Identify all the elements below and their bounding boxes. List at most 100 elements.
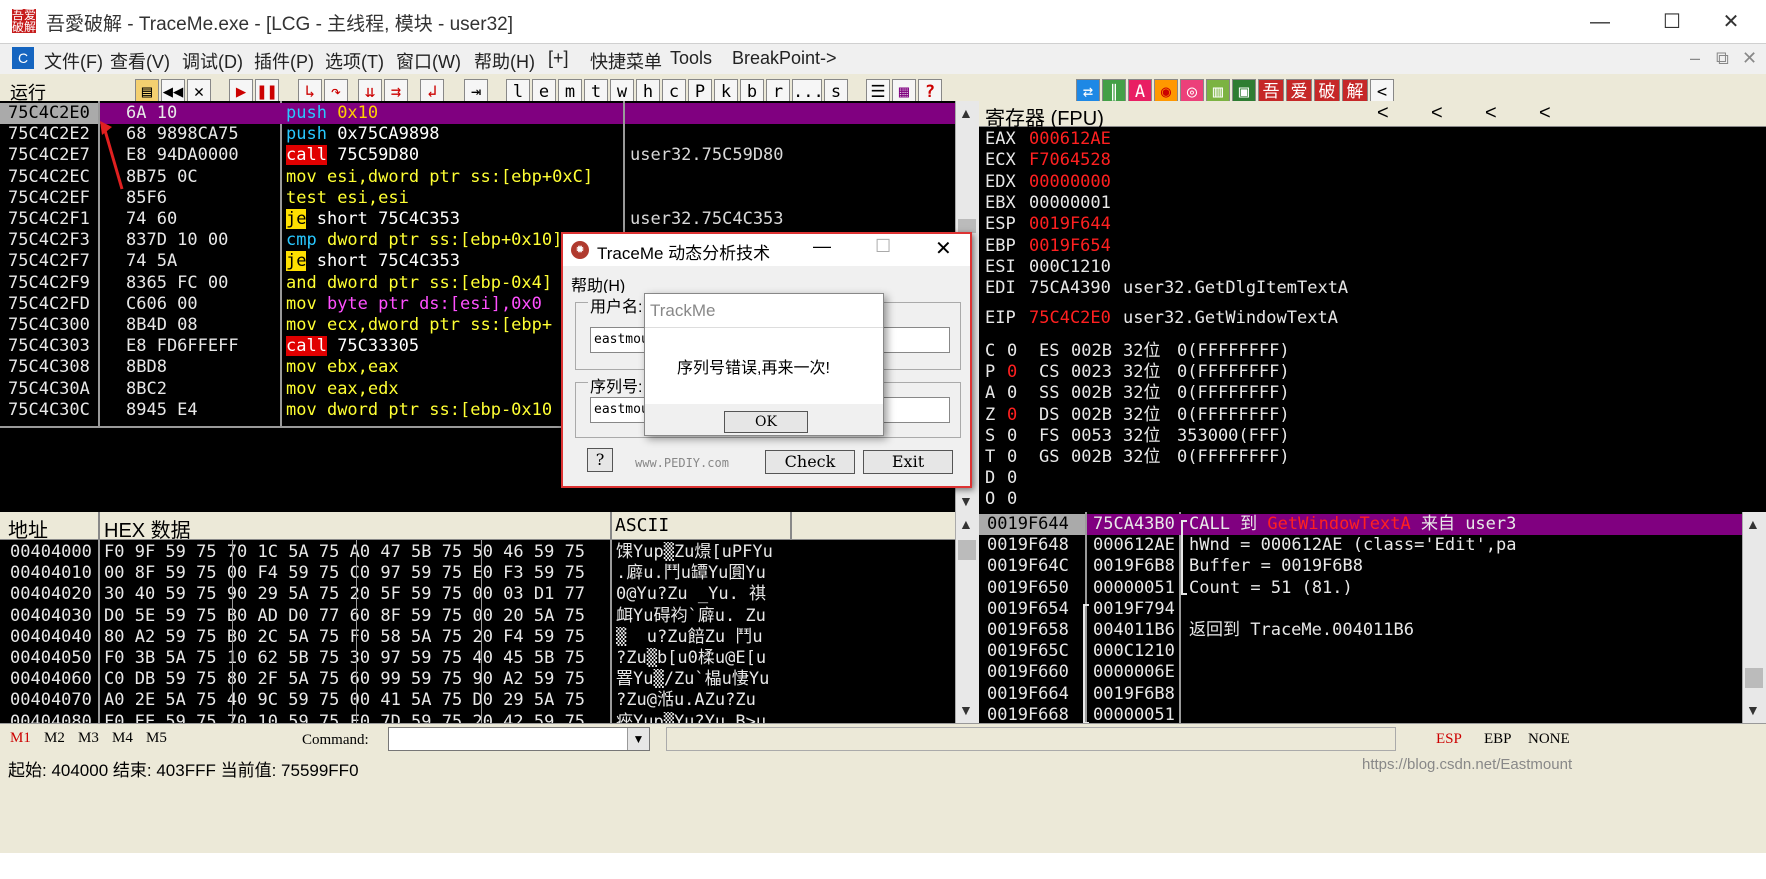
flag-value[interactable]: 0 bbox=[1007, 468, 1017, 489]
register-row[interactable]: ESP 0019F644 bbox=[985, 214, 1765, 235]
disasm-row[interactable]: 75C4C2F1 74 60 je short 75C4C353 user32.75C… bbox=[0, 209, 955, 230]
child-restore-button[interactable]: ⧉ bbox=[1716, 48, 1729, 69]
reg-esp-option[interactable]: ESP bbox=[1436, 731, 1462, 748]
menu-debug[interactable]: 调试(D) bbox=[182, 48, 243, 74]
register-row[interactable]: EBP 0019F654 bbox=[985, 236, 1765, 257]
menu-options[interactable]: 选项(T) bbox=[325, 48, 384, 74]
menu-help[interactable]: 帮助(H) bbox=[474, 48, 535, 74]
disasm-row[interactable]: 75C4C2EC 8B75 0C mov esi,dword ptr ss:[ebp… bbox=[0, 167, 955, 188]
flag-row[interactable]: S 0 FS 0053 32位 353000(FFF) bbox=[985, 426, 1765, 447]
flag-value[interactable]: 0 bbox=[1007, 447, 1017, 468]
flag-row[interactable]: A 0 SS 002B 32位 0(FFFFFFFF) bbox=[985, 383, 1765, 404]
stack-row[interactable]: 0019F644 75CA43B0 CALL 到 GetWindowTextA 来自… bbox=[979, 514, 1742, 535]
eip-value[interactable]: 75C4C2E0 bbox=[1029, 308, 1111, 329]
dump-row[interactable]: 00404060 C0 DB 59 75 80 2F 5A 75 60 99 59… bbox=[0, 669, 955, 690]
tab-m2[interactable]: M2 bbox=[44, 730, 65, 747]
register-value[interactable]: 75CA4390 bbox=[1029, 278, 1111, 299]
child-minimize-button[interactable]: – bbox=[1690, 48, 1700, 69]
flag-row[interactable]: D0 bbox=[985, 468, 1765, 489]
register-row[interactable]: ESI 000C1210 bbox=[985, 257, 1765, 278]
flag-value[interactable]: 0 bbox=[1007, 489, 1017, 510]
check-button[interactable]: Check bbox=[765, 450, 855, 474]
tab-m1[interactable]: M1 bbox=[10, 730, 31, 747]
stack-row[interactable]: 0019F64C 0019F6B8 Buffer = 0019F6B8 bbox=[979, 556, 1742, 577]
menu-shortcuts[interactable]: 快捷菜单 bbox=[590, 48, 662, 74]
disasm-row[interactable]: 75C4C2E0 6A 10 push 0x10 bbox=[0, 103, 955, 124]
mdi-child-icon[interactable]: C bbox=[12, 47, 34, 69]
menu-breakpoint[interactable]: BreakPoint-> bbox=[732, 48, 837, 69]
reg-nav-3[interactable]: < bbox=[1485, 102, 1497, 125]
reg-none-option[interactable]: NONE bbox=[1528, 731, 1570, 748]
ok-button[interactable]: OK bbox=[724, 411, 808, 433]
reg-nav-1[interactable]: < bbox=[1377, 102, 1389, 125]
stack-row[interactable]: 0019F650 00000051 Count = 51 (81.) bbox=[979, 578, 1742, 599]
dump-row[interactable]: 00404000 F0 9F 59 75 70 1C 5A 75 A0 47 5B… bbox=[0, 542, 955, 563]
flag-row[interactable]: C 0 ES 002B 32位 0(FFFFFFFF) bbox=[985, 341, 1765, 362]
flag-row[interactable]: Z 0 DS 002B 32位 0(FFFFFFFF) bbox=[985, 405, 1765, 426]
register-value[interactable]: F7064528 bbox=[1029, 150, 1111, 171]
stack-row[interactable]: 0019F660 0000006E bbox=[979, 662, 1742, 683]
dump-row[interactable]: 00404010 00 8F 59 75 00 F4 59 75 C0 97 59… bbox=[0, 563, 955, 584]
disasm-row[interactable]: 75C4C2E7 E8 94DA0000 call 75C59D80 user32.7… bbox=[0, 145, 955, 166]
register-value[interactable]: 000C1210 bbox=[1029, 257, 1111, 278]
menu-window[interactable]: 窗口(W) bbox=[396, 48, 461, 74]
dump-row[interactable]: 00404040 80 A2 59 75 B0 2C 5A 75 F0 58 5A… bbox=[0, 627, 955, 648]
register-value[interactable]: 000612AE bbox=[1029, 129, 1111, 150]
dump-row[interactable]: 00404020 30 40 59 75 90 29 5A 75 20 5F 59… bbox=[0, 584, 955, 605]
menu-view[interactable]: 查看(V) bbox=[110, 48, 170, 74]
menu-plugins[interactable]: 插件(P) bbox=[254, 48, 314, 74]
stack-row[interactable]: 0019F654 0019F794 bbox=[979, 599, 1742, 620]
reg-nav-4[interactable]: < bbox=[1539, 102, 1551, 125]
register-row[interactable]: EBX 00000001 bbox=[985, 193, 1765, 214]
tab-m3[interactable]: M3 bbox=[78, 730, 99, 747]
command-dropdown-icon[interactable]: ▼ bbox=[627, 728, 649, 750]
register-row[interactable]: ECX F7064528 bbox=[985, 150, 1765, 171]
dump-row[interactable]: 00404030 D0 5E 59 75 B0 AD D0 77 60 8F 59… bbox=[0, 606, 955, 627]
tab-m4[interactable]: M4 bbox=[112, 730, 133, 747]
traceme-minimize-button[interactable]: — bbox=[813, 236, 831, 257]
stack-row[interactable]: 0019F664 0019F6B8 bbox=[979, 684, 1742, 705]
register-row[interactable]: EDX 00000000 bbox=[985, 172, 1765, 193]
flag-value[interactable]: 0 bbox=[1007, 362, 1017, 383]
flag-row[interactable]: P 0 CS 0023 32位 0(FFFFFFFF) bbox=[985, 362, 1765, 383]
flag-value[interactable]: 0 bbox=[1007, 426, 1017, 447]
register-value[interactable]: 00000000 bbox=[1029, 172, 1111, 193]
traceme-close-button[interactable]: ✕ bbox=[935, 236, 952, 261]
registers-pane[interactable]: 寄存器 (FPU) < < < < EAX 000612AE ECX F7064528… bbox=[979, 101, 1766, 531]
tab-m5[interactable]: M5 bbox=[146, 730, 167, 747]
flag-row[interactable]: O0 bbox=[985, 489, 1765, 510]
menu-file[interactable]: 文件(F) bbox=[44, 48, 103, 74]
disasm-row[interactable]: 75C4C2E2 68 9898CA75 push 0x75CA9898 bbox=[0, 124, 955, 145]
close-button[interactable]: ✕ bbox=[1696, 0, 1766, 44]
stack-row[interactable]: 0019F648 000612AE hWnd = 000612AE (class='… bbox=[979, 535, 1742, 556]
menu-tools[interactable]: Tools bbox=[670, 48, 712, 69]
dump-scrollbar[interactable]: ▲ ▼ bbox=[955, 512, 979, 723]
menu-plus[interactable]: [+] bbox=[548, 48, 569, 69]
register-row[interactable]: EAX 000612AE bbox=[985, 129, 1765, 150]
register-value[interactable]: 00000001 bbox=[1029, 193, 1111, 214]
dump-row[interactable]: 00404050 F0 3B 5A 75 10 62 5B 75 30 97 59… bbox=[0, 648, 955, 669]
register-value[interactable]: 0019F654 bbox=[1029, 236, 1111, 257]
dump-row[interactable]: 00404070 A0 2E 5A 75 40 9C 59 75 00 41 5A… bbox=[0, 690, 955, 711]
flag-value[interactable]: 0 bbox=[1007, 383, 1017, 404]
traceme-help-button[interactable]: ? bbox=[587, 448, 613, 472]
register-row[interactable]: EDI 75CA4390 user32.GetDlgItemTextA bbox=[985, 278, 1765, 299]
flag-value[interactable]: 0 bbox=[1007, 341, 1017, 362]
stack-pane[interactable]: 0019F644 75CA43B0 CALL 到 GetWindowTextA 来自… bbox=[979, 512, 1742, 725]
exit-button[interactable]: Exit bbox=[863, 450, 953, 474]
traceme-maximize-button[interactable]: ☐ bbox=[875, 236, 891, 257]
stack-scrollbar[interactable]: ▲ ▼ bbox=[1742, 512, 1766, 723]
stack-row[interactable]: 0019F658 004011B6 返回到 TraceMe.004011B6 bbox=[979, 620, 1742, 641]
child-close-button[interactable]: ✕ bbox=[1742, 48, 1757, 69]
flag-row[interactable]: T 0 GS 002B 32位 0(FFFFFFFF) bbox=[985, 447, 1765, 468]
register-value[interactable]: 0019F644 bbox=[1029, 214, 1111, 235]
reg-ebp-option[interactable]: EBP bbox=[1484, 731, 1512, 748]
minimize-button[interactable]: — bbox=[1565, 0, 1635, 44]
memory-dump-pane[interactable]: 地址 HEX 数据 ASCII 00404000 F0 9F 59 75 70 1… bbox=[0, 512, 955, 732]
stack-row[interactable]: 0019F65C 000C1210 bbox=[979, 641, 1742, 662]
flag-value[interactable]: 0 bbox=[1007, 405, 1017, 426]
reg-nav-2[interactable]: < bbox=[1431, 102, 1443, 125]
disasm-row[interactable]: 75C4C2EF 85F6 test esi,esi bbox=[0, 188, 955, 209]
command-input[interactable] bbox=[388, 727, 650, 751]
eip-row[interactable]: EIP 75C4C2E0 user32.GetWindowTextA bbox=[985, 308, 1765, 329]
